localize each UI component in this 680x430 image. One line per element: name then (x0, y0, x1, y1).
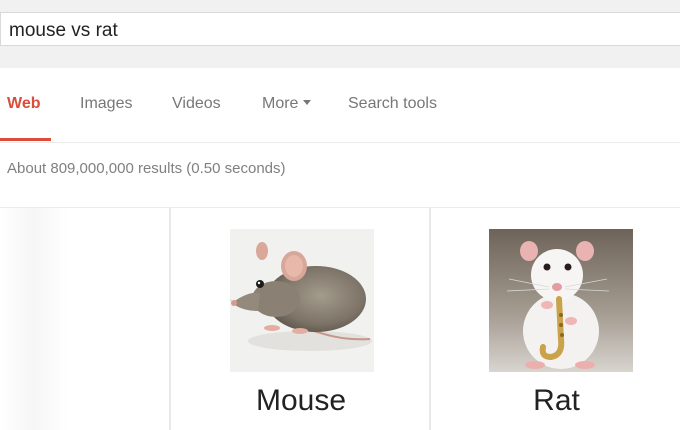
search-query-text[interactable]: mouse vs rat (9, 20, 118, 42)
search-header: mouse vs rat (0, 0, 680, 68)
tab-videos[interactable]: Videos (172, 95, 221, 113)
search-input[interactable]: mouse vs rat (0, 12, 680, 46)
result-stats: About 809,000,000 results (0.50 seconds) (7, 160, 286, 177)
tab-images[interactable]: Images (80, 95, 132, 113)
comparison-panel: Mouse Rat (0, 207, 680, 430)
search-tabs: Web Images Videos More Search tools (0, 68, 680, 143)
tab-search-tools[interactable]: Search tools (348, 95, 437, 113)
rat-image[interactable] (489, 229, 633, 372)
comparison-label-rat[interactable]: Rat (433, 384, 680, 418)
rat-photo-icon (489, 229, 633, 372)
active-tab-indicator (0, 138, 51, 141)
tab-more[interactable]: More (262, 95, 312, 113)
comparison-blank-column (0, 208, 171, 430)
comparison-card-rat[interactable]: Rat (433, 208, 680, 430)
tab-more-label: More (262, 95, 299, 112)
comparison-label-mouse[interactable]: Mouse (173, 384, 429, 418)
mouse-image[interactable] (230, 229, 374, 372)
tab-web[interactable]: Web (7, 95, 40, 113)
mouse-photo-icon (230, 229, 374, 372)
comparison-card-mouse[interactable]: Mouse (173, 208, 431, 430)
chevron-down-icon (303, 100, 312, 105)
